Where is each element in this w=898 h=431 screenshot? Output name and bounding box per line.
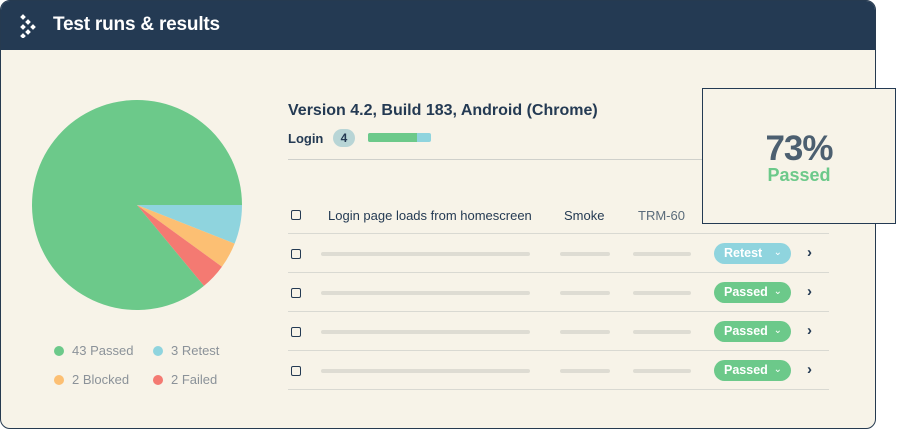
row-divider (288, 233, 829, 234)
type-placeholder (560, 252, 610, 256)
legend-label: 2 Blocked (72, 372, 130, 387)
chevron-down-icon: ⌄ (773, 247, 782, 258)
row-checkbox[interactable] (291, 249, 301, 259)
divider (288, 159, 708, 160)
select-all-checkbox[interactable] (291, 210, 301, 220)
type-placeholder (560, 291, 610, 295)
table-row[interactable]: Passed ⌄ › (288, 274, 829, 312)
pass-rate-label: Passed (767, 165, 831, 185)
legend-dot (153, 346, 163, 356)
chevron-right-icon[interactable]: › (807, 361, 812, 378)
title-placeholder (321, 330, 530, 334)
status-label: Passed (724, 285, 768, 299)
title-placeholder (321, 291, 530, 295)
type-placeholder (560, 330, 610, 334)
legend-dot (54, 375, 64, 385)
table-row[interactable]: Passed ⌄ › (288, 352, 829, 390)
suite-label[interactable]: Login (288, 131, 323, 146)
legend-item-blocked: 2 Blocked (54, 372, 129, 387)
status-dropdown[interactable]: Passed ⌄ (714, 321, 791, 342)
suite-progress-fill (368, 133, 418, 142)
type-placeholder (560, 369, 610, 373)
legend-label: 2 Failed (171, 372, 218, 387)
chevron-down-icon: ⌄ (773, 364, 782, 375)
status-dropdown[interactable]: Passed ⌄ (714, 360, 791, 381)
legend-item-failed: 2 Failed (153, 372, 217, 387)
status-label: Retest (724, 246, 763, 260)
row-checkbox[interactable] (291, 327, 301, 337)
table-row[interactable]: Retest ⌄ › (288, 235, 829, 273)
chevron-right-icon[interactable]: › (807, 244, 812, 261)
pass-rate-percent: 73% (765, 129, 833, 168)
pass-rate-card: 73% Passed (702, 88, 896, 224)
status-label: Passed (724, 324, 768, 338)
suite-count-badge: 4 (333, 129, 355, 147)
status-dropdown[interactable]: Passed ⌄ (714, 282, 791, 303)
id-placeholder (633, 252, 691, 256)
id-placeholder (633, 330, 691, 334)
chevron-down-icon: ⌄ (773, 325, 782, 336)
id-placeholder (633, 291, 691, 295)
suite-progress-bar (368, 133, 431, 142)
legend-dot (153, 375, 163, 385)
chevron-right-icon[interactable]: › (807, 283, 812, 300)
test-title: Login page loads from homescreen (328, 208, 532, 223)
legend-item-retest: 3 Retest (153, 343, 219, 358)
row-checkbox[interactable] (291, 288, 301, 298)
title-placeholder (321, 252, 530, 256)
legend-label: 43 Passed (72, 343, 134, 358)
app-logo-icon (20, 14, 36, 38)
title-placeholder (321, 369, 530, 373)
chevron-down-icon: ⌄ (773, 286, 782, 297)
table-row[interactable]: Passed ⌄ › (288, 313, 829, 351)
legend-label: 3 Retest (171, 343, 220, 358)
status-dropdown[interactable]: Retest ⌄ (714, 243, 791, 264)
row-checkbox[interactable] (291, 366, 301, 376)
test-type: Smoke (564, 208, 605, 223)
legend-dot (54, 346, 64, 356)
legend-item-passed: 43 Passed (54, 343, 133, 358)
status-label: Passed (724, 363, 768, 377)
test-id: TRM-60 (638, 208, 685, 223)
run-title: Version 4.2, Build 183, Android (Chrome) (288, 102, 598, 119)
row-divider (288, 272, 829, 273)
row-divider (288, 389, 829, 390)
row-divider (288, 350, 829, 351)
chevron-right-icon[interactable]: › (807, 322, 812, 339)
app-title: Test runs & results (53, 14, 220, 35)
title-bar: Test runs & results (1, 1, 875, 50)
results-pie-chart (32, 99, 242, 311)
row-divider (288, 311, 829, 312)
id-placeholder (633, 369, 691, 373)
